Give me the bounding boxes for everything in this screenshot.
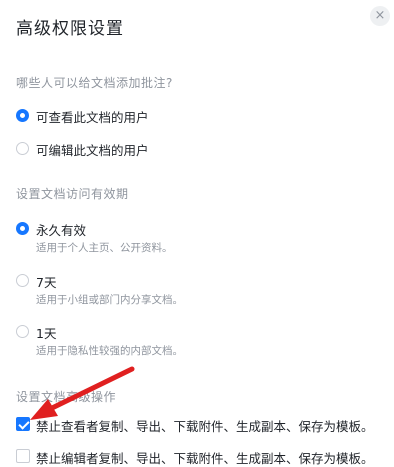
checkbox-option-viewers[interactable]: 禁止查看者复制、导出、下载附件、生成副本、保存为模板。: [16, 416, 386, 434]
radio-option-label: 永久有效: [36, 223, 87, 238]
radio-button[interactable]: [16, 142, 29, 155]
checkbox[interactable]: [16, 417, 30, 431]
radio-option-viewers[interactable]: 可查看此文档的用户: [16, 107, 386, 125]
radio-button[interactable]: [16, 274, 29, 287]
radio-option-1-day[interactable]: 1天 适用于隐私性较强的内部文档。: [16, 323, 386, 359]
checkbox-label: 禁止查看者复制、导出、下载附件、生成副本、保存为模板。: [36, 419, 374, 434]
radio-option-label: 7天: [36, 275, 57, 290]
radio-button[interactable]: [16, 325, 29, 338]
validity-section-label: 设置文档访问有效期: [16, 187, 129, 201]
checkbox-option-editors[interactable]: 禁止编辑者复制、导出、下载附件、生成副本、保存为模板。: [16, 448, 386, 466]
checkbox-label: 禁止编辑者复制、导出、下载附件、生成副本、保存为模板。: [36, 451, 374, 466]
radio-option-label: 可编辑此文档的用户: [36, 143, 149, 158]
radio-option-editors[interactable]: 可编辑此文档的用户: [16, 140, 386, 158]
radio-button[interactable]: [16, 109, 29, 122]
radio-option-description: 适用于小组或部门内分享文档。: [36, 294, 183, 306]
radio-option-label: 可查看此文档的用户: [36, 110, 149, 125]
radio-button[interactable]: [16, 222, 29, 235]
checkbox[interactable]: [16, 449, 30, 463]
radio-option-description: 适用于隐私性较强的内部文档。: [36, 345, 183, 357]
radio-option-permanent[interactable]: 永久有效 适用于个人主页、公开资料。: [16, 220, 386, 256]
comment-permission-label: 哪些人可以给文档添加批注?: [16, 76, 173, 90]
close-icon[interactable]: ×: [370, 6, 390, 26]
radio-option-label: 1天: [36, 326, 57, 341]
advanced-operations-label: 设置文档高级操作: [16, 390, 117, 404]
radio-option-7-days[interactable]: 7天 适用于小组或部门内分享文档。: [16, 272, 386, 308]
radio-option-description: 适用于个人主页、公开资料。: [36, 242, 173, 254]
dialog-title: 高级权限设置: [16, 19, 124, 39]
advanced-permission-dialog: 高级权限设置 × 哪些人可以给文档添加批注? 可查看此文档的用户 可编辑此文档的…: [0, 0, 394, 466]
